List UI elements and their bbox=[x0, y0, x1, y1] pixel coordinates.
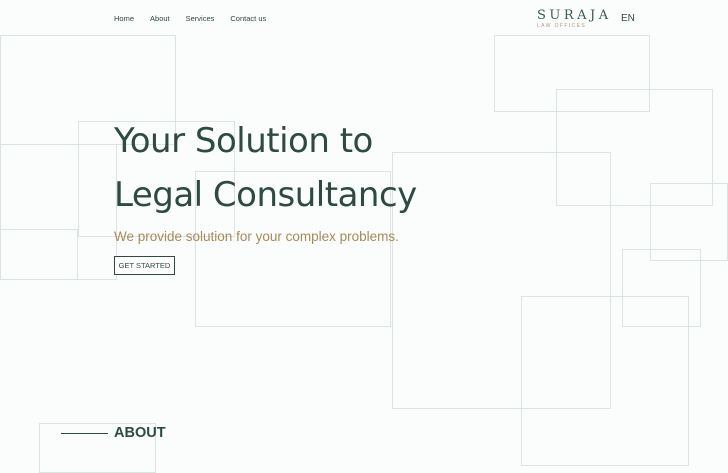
get-started-button[interactable]: GET STARTED bbox=[114, 256, 175, 275]
decorative-square bbox=[392, 152, 611, 409]
decorative-square bbox=[622, 249, 701, 327]
main-nav: Home About Services Contact us bbox=[114, 14, 282, 24]
nav-item-about[interactable]: About bbox=[150, 14, 170, 24]
hero-subtitle: We provide solution for your complex pro… bbox=[114, 229, 399, 244]
language-switcher[interactable]: EN bbox=[621, 13, 635, 25]
logo[interactable]: SURAJA LAW OFFICES bbox=[537, 8, 612, 30]
decorative-square bbox=[0, 229, 78, 280]
nav-item-services[interactable]: Services bbox=[186, 14, 215, 24]
nav-item-home[interactable]: Home bbox=[114, 14, 134, 24]
about-divider-line bbox=[61, 433, 108, 434]
logo-tagline: LAW OFFICES bbox=[537, 23, 587, 29]
decorative-square bbox=[556, 89, 713, 206]
decorative-square bbox=[494, 35, 650, 112]
hero-title-line-1: Your Solution to bbox=[114, 121, 373, 161]
nav-item-contact[interactable]: Contact us bbox=[230, 14, 266, 24]
decorative-square bbox=[521, 296, 689, 466]
about-heading: ABOUT bbox=[114, 425, 166, 441]
hero-title: Your Solution to Legal Consultancy bbox=[114, 114, 417, 222]
hero-title-line-2: Legal Consultancy bbox=[114, 175, 417, 215]
decorative-square bbox=[0, 144, 117, 280]
decorative-square bbox=[650, 183, 728, 261]
logo-wordmark: SURAJA bbox=[537, 8, 612, 23]
